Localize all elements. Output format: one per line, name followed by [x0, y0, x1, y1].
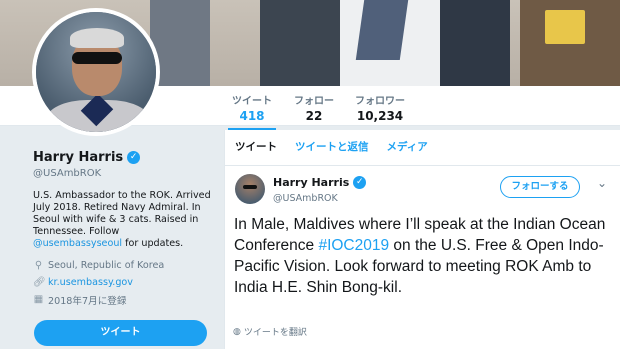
profile-website[interactable]: 🔗︎ kr.usembassy.gov	[33, 274, 213, 291]
location-pin-icon: ⚲	[34, 260, 43, 271]
bio-text: U.S. Ambassador to the ROK. Arrived July…	[33, 190, 211, 237]
tab-tweets[interactable]: ツイート	[235, 130, 277, 165]
profile-location: ⚲ Seoul, Republic of Korea	[33, 257, 213, 274]
globe-icon: ◍	[233, 326, 241, 337]
bio-mention-link[interactable]: @usembassyseoul	[33, 238, 122, 249]
translate-tweet[interactable]: ◍ ツイートを翻訳	[233, 325, 307, 339]
website-link[interactable]: kr.usembassy.gov	[48, 277, 133, 288]
profile-handle[interactable]: @USAmbROK	[33, 168, 213, 179]
stat-tweets-label: ツイート	[232, 96, 272, 107]
verified-badge-icon: ✓	[353, 176, 367, 189]
tab-media[interactable]: メディア	[387, 130, 428, 165]
profile-card: Harry Harris ✓ @USAmbROK U.S. Ambassador…	[33, 150, 213, 308]
bio-text-end: for updates.	[122, 238, 184, 249]
stat-tweets-value: 418	[239, 109, 265, 123]
profile-name[interactable]: Harry Harris	[33, 150, 123, 165]
stat-followers-label: フォロワー	[355, 96, 405, 107]
stat-tweets[interactable]: ツイート 418	[228, 92, 276, 131]
tweet-avatar[interactable]	[235, 174, 265, 204]
stat-following[interactable]: フォロー 22	[294, 92, 334, 123]
location-text: Seoul, Republic of Korea	[48, 260, 165, 271]
tweet-author-name[interactable]: Harry Harris	[273, 176, 349, 189]
tweet-item[interactable]: Harry Harris ✓ @USAmbROK フォローする ⌄	[225, 166, 620, 204]
stat-following-value: 22	[305, 109, 323, 123]
profile-joined: ▦ 2018年7月に登録	[33, 291, 213, 308]
tab-tweets-and-replies[interactable]: ツイートと返信	[295, 130, 369, 165]
profile-meta: ⚲ Seoul, Republic of Korea 🔗︎ kr.usembas…	[33, 257, 213, 308]
profile-name-row: Harry Harris ✓	[33, 150, 213, 165]
verified-badge-icon: ✓	[127, 151, 141, 164]
joined-text: 2018年7月に登録	[48, 295, 127, 307]
profile-avatar[interactable]	[32, 8, 160, 136]
profile-bio: U.S. Ambassador to the ROK. Arrived July…	[33, 190, 211, 250]
link-icon: 🔗︎	[33, 277, 46, 288]
stat-followers[interactable]: フォロワー 10,234	[355, 92, 405, 123]
tweet-text: In Male, Maldives where I’ll speak at th…	[234, 214, 614, 298]
tweet-hashtag[interactable]: #IOC2019	[318, 237, 389, 254]
compose-tweet-button[interactable]: ツイート	[34, 320, 207, 346]
tweet-author-row: Harry Harris ✓	[273, 176, 367, 189]
follow-button[interactable]: フォローする	[500, 176, 580, 198]
tweet-author-handle[interactable]: @USAmbROK	[273, 193, 338, 204]
chevron-down-icon[interactable]: ⌄	[597, 176, 607, 190]
translate-label[interactable]: ツイートを翻訳	[244, 325, 307, 338]
calendar-icon: ▦	[33, 294, 44, 305]
stat-followers-value: 10,234	[356, 109, 404, 123]
stat-following-label: フォロー	[294, 96, 334, 107]
timeline-tabs: ツイート ツイートと返信 メディア	[225, 130, 620, 166]
